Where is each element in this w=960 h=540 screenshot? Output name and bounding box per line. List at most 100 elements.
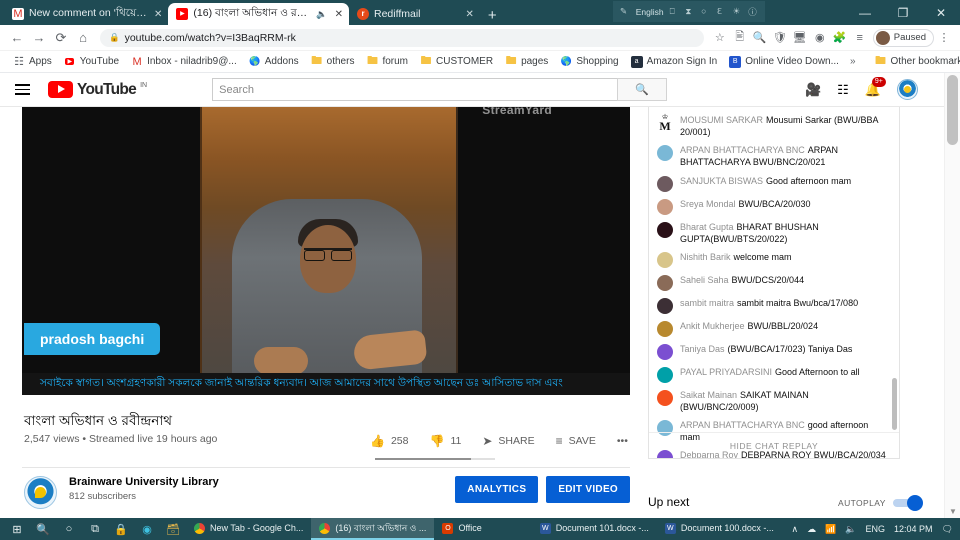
share-button[interactable]: ➤ SHARE — [482, 434, 534, 448]
forward-icon[interactable]: → — [28, 30, 50, 45]
chat-message-list[interactable]: ♔ M MOUSUMI SARKAR Mousumi Sarkar (BWU/BBA… — [649, 107, 899, 458]
close-window-button[interactable]: ✕ — [922, 6, 960, 20]
reading-list-icon[interactable]: 🖹 — [730, 28, 750, 47]
edit-video-button[interactable]: EDIT VIDEO — [546, 476, 630, 503]
bookmark-shopping[interactable]: 🌎 Shopping — [554, 56, 624, 68]
bookmark-inbox[interactable]: M Inbox - niladrib9@... — [125, 56, 243, 68]
ime-mode-icon[interactable]: ✎ — [620, 6, 630, 17]
browser-menu-icon[interactable]: ⋮ — [934, 31, 954, 44]
bookmark-amazon[interactable]: a Amazon Sign In — [625, 55, 724, 68]
folder-icon: 🖿 — [311, 55, 323, 67]
page-scrollbar[interactable]: ▼ — [944, 73, 960, 518]
hamburger-icon[interactable] — [12, 84, 34, 95]
home-icon[interactable]: ⌂ — [72, 30, 94, 45]
cortana-icon[interactable]: ○ — [56, 523, 82, 535]
pen-icon[interactable]: ⧗ — [685, 6, 695, 17]
star-icon[interactable]: ☆ — [710, 31, 730, 44]
bookmark-apps[interactable]: ☷ Apps — [7, 56, 58, 68]
edge-icon[interactable]: ◉ — [134, 523, 160, 536]
autoplay-toggle[interactable] — [892, 495, 923, 511]
taskbar-window-3[interactable]: W Document 101.docx -... — [532, 518, 657, 540]
file-explorer-icon[interactable]: 🗃 — [160, 523, 186, 536]
apps-grid-icon[interactable]: ☷ — [837, 82, 849, 98]
media-list-icon[interactable]: ≡ — [850, 32, 870, 44]
search-magnify-icon[interactable]: 🔍 — [750, 31, 770, 44]
maximize-button[interactable]: ❐ — [884, 6, 922, 20]
extensions-puzzle-icon[interactable]: 🧩 — [830, 31, 850, 44]
close-icon[interactable]: ✕ — [466, 9, 474, 20]
wifi-icon[interactable]: 📶 — [825, 524, 836, 535]
start-button[interactable]: ⊞ — [4, 523, 30, 536]
cast-icon[interactable]: 🖥 — [790, 31, 810, 44]
circle-icon[interactable]: ◉ — [810, 31, 830, 44]
action-center-icon[interactable]: 🗨 — [942, 524, 953, 535]
bookmark-label: Addons — [264, 56, 299, 67]
keyboard-icon[interactable]: ⎕ — [670, 6, 680, 17]
scrollbar-thumb[interactable] — [947, 75, 958, 145]
create-video-icon[interactable]: 🎥 — [805, 82, 821, 98]
reload-icon[interactable]: ⟳ — [50, 30, 72, 46]
taskbar-window-4[interactable]: W Document 100.docx -... — [657, 518, 782, 540]
volume-icon[interactable]: 🔈 — [845, 524, 856, 535]
address-bar[interactable]: 🔒 youtube.com/watch?v=I3BaqRRM-rk — [100, 28, 704, 47]
share-label: SHARE — [498, 435, 535, 447]
onedrive-icon[interactable]: ☁ — [807, 524, 816, 535]
browser-tab-1[interactable]: (16) বাংলা অভিধান ও রবীন্দ্র 🔈 ✕ — [168, 3, 349, 25]
new-tab-button[interactable]: + — [480, 8, 505, 25]
chevron-up-icon[interactable]: ∧ — [791, 524, 798, 535]
ime-options-icon[interactable]: ⓘ — [748, 6, 758, 17]
bookmark-addons[interactable]: 🌎 Addons — [243, 56, 305, 68]
store-icon[interactable]: 🔒 — [108, 523, 134, 536]
search-icon[interactable]: 🔍 — [30, 523, 56, 536]
video-player[interactable]: StreamYard pradosh bagchi সবাইকে স্বাগত।… — [22, 107, 630, 395]
bookmark-forum[interactable]: 🖿 forum — [360, 55, 414, 68]
language-indicator[interactable]: ENG — [866, 524, 886, 534]
youtube-logo[interactable]: YouTube IN — [48, 80, 147, 99]
notifications-bell-icon[interactable]: 🔔 9+ — [865, 76, 886, 98]
taskbar-window-0[interactable]: New Tab - Google Ch... — [186, 518, 311, 540]
chat-scrollbar[interactable] — [892, 378, 897, 430]
ime-help-icon[interactable]: ☀ — [733, 6, 743, 17]
mute-tab-icon[interactable]: 🔈 — [316, 9, 327, 20]
chat-text: BWU/BCA/20/030 — [738, 198, 811, 209]
shield-icon[interactable]: 🛡 — [770, 31, 790, 44]
browser-tab-2[interactable]: r Rediffmail ✕ — [349, 3, 480, 25]
taskbar-window-1[interactable]: (16) বাংলা অভিধান ও ... — [311, 518, 435, 540]
back-icon[interactable]: ← — [6, 30, 28, 45]
chat-author: Sreya Mondal — [680, 198, 736, 209]
bookmark-customer[interactable]: 🖿 CUSTOMER — [414, 55, 499, 68]
ime-e-icon[interactable]: ℇ — [717, 6, 727, 17]
close-icon[interactable]: ✕ — [335, 9, 343, 20]
chat-message-body: Ankit Mukherjee BWU/BBL/20/024 — [680, 320, 818, 332]
bookmark-youtube[interactable]: ▶ YouTube — [58, 56, 125, 68]
account-avatar[interactable] — [897, 79, 918, 100]
dislike-button[interactable]: 👎 11 — [429, 434, 461, 448]
channel-avatar[interactable] — [24, 476, 57, 509]
browser-tab-0[interactable]: M New comment on ‘থিয়েটার ন ✕ — [4, 3, 168, 25]
channel-name[interactable]: Brainware University Library — [69, 476, 219, 488]
minimize-button[interactable]: — — [846, 6, 884, 20]
bookmark-online-video[interactable]: B Online Video Down... — [723, 55, 845, 68]
clock[interactable]: 12:04 PM — [894, 524, 933, 534]
bookmarks-overflow-icon[interactable]: » — [845, 56, 861, 67]
bookmark-pages[interactable]: 🖿 pages — [499, 55, 554, 68]
like-button[interactable]: 👍 258 — [370, 434, 408, 448]
more-horizontal-icon: ••• — [616, 435, 628, 447]
bookmark-others[interactable]: 🖿 others — [305, 55, 361, 68]
chevron-down-icon[interactable]: ▼ — [949, 507, 957, 516]
hide-chat-replay-button[interactable]: HIDE CHAT REPLAY — [649, 432, 899, 458]
taskbar-window-label: Document 101.docx -... — [555, 523, 649, 533]
analytics-button[interactable]: ANALYTICS — [455, 476, 539, 503]
close-icon[interactable]: ✕ — [154, 9, 162, 20]
profile-chip[interactable]: Paused — [872, 28, 934, 47]
search-button[interactable]: 🔍 — [617, 78, 668, 101]
ime-language-bar[interactable]: ✎ English ⎕ ⧗ ○ ℇ ☀ ⓘ — [613, 1, 765, 22]
bookmark-label: YouTube — [79, 56, 120, 67]
more-actions-button[interactable]: ••• — [617, 435, 628, 447]
taskbar-window-2[interactable]: O Office — [434, 518, 489, 540]
search-input[interactable]: Search — [212, 78, 618, 101]
other-bookmarks-folder[interactable]: 🖿 Other bookmarks — [869, 55, 960, 68]
save-button[interactable]: ≡ SAVE — [556, 434, 596, 448]
task-view-icon[interactable]: ⧉ — [82, 523, 108, 536]
circle-tool-icon[interactable]: ○ — [701, 6, 711, 17]
